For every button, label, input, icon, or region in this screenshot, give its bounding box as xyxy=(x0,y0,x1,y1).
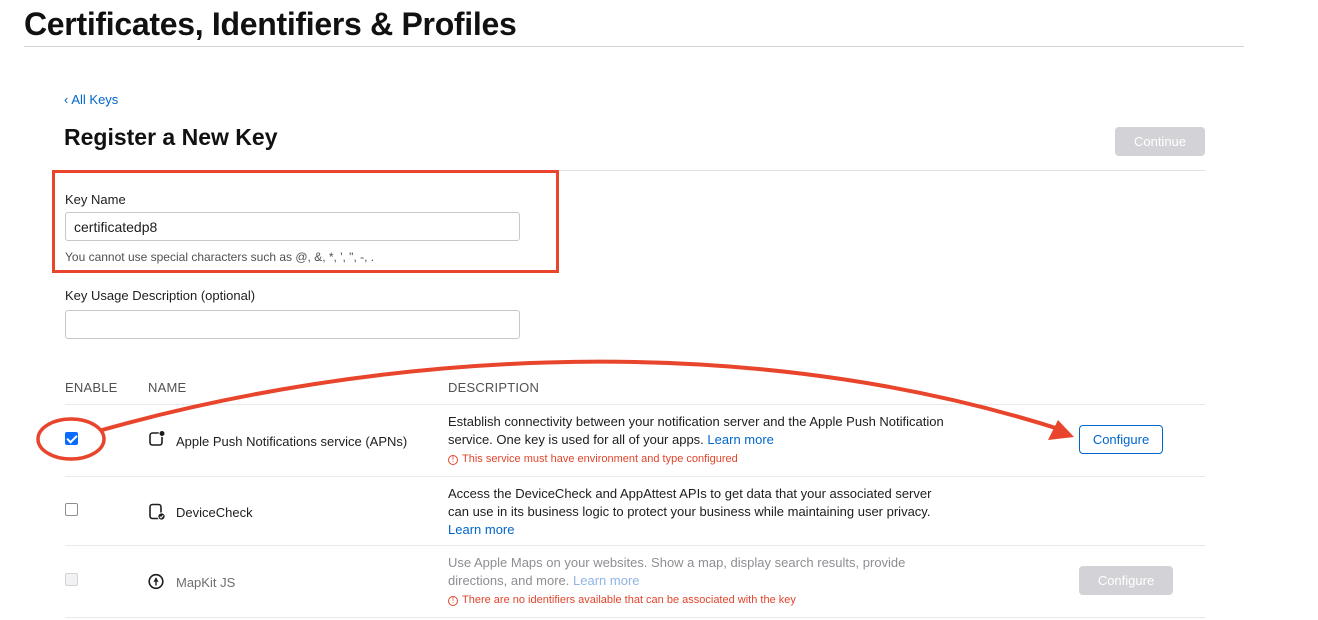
devicecheck-learn-more-link[interactable]: Learn more xyxy=(448,522,514,537)
apns-configure-button[interactable]: Configure xyxy=(1079,425,1163,454)
mapkit-configure-button: Configure xyxy=(1079,566,1173,595)
devicecheck-description-text: Access the DeviceCheck and AppAttest API… xyxy=(448,486,932,519)
device-check-icon xyxy=(149,503,166,521)
warning-icon: ! xyxy=(448,455,458,465)
apns-service-name: Apple Push Notifications service (APNs) xyxy=(176,434,408,449)
mapkit-icon xyxy=(148,573,164,590)
apns-description: Establish connectivity between your noti… xyxy=(448,413,948,449)
usage-description-input[interactable] xyxy=(65,310,520,339)
usage-description-label: Key Usage Description (optional) xyxy=(65,288,256,303)
column-header-name: NAME xyxy=(148,380,187,395)
title-divider xyxy=(24,46,1244,47)
column-header-enable: ENABLE xyxy=(65,380,118,395)
apns-learn-more-link[interactable]: Learn more xyxy=(707,432,773,447)
column-header-description: DESCRIPTION xyxy=(448,380,540,395)
mapkit-warning-text: There are no identifiers available that … xyxy=(462,594,796,606)
apns-enable-checkbox[interactable] xyxy=(65,432,78,445)
mapkit-learn-more-link[interactable]: Learn more xyxy=(573,573,639,588)
apns-warning: ! This service must have environment and … xyxy=(448,453,738,465)
mapkit-description-text: Use Apple Maps on your websites. Show a … xyxy=(448,555,906,588)
devicecheck-description: Access the DeviceCheck and AppAttest API… xyxy=(448,485,948,539)
continue-button[interactable]: Continue xyxy=(1115,127,1205,156)
page-title: Certificates, Identifiers & Profiles xyxy=(24,6,517,42)
chevron-left-icon: ‹ xyxy=(64,92,69,107)
warning-icon: ! xyxy=(448,596,458,606)
apns-description-text: Establish connectivity between your noti… xyxy=(448,414,944,447)
back-to-all-keys-link[interactable]: ‹ All Keys xyxy=(64,92,118,107)
row-divider xyxy=(65,545,1205,546)
mapkit-warning: ! There are no identifiers available that… xyxy=(448,594,796,606)
row-divider xyxy=(65,617,1205,618)
row-divider xyxy=(65,476,1205,477)
devicecheck-service-name: DeviceCheck xyxy=(176,505,253,520)
table-header-divider xyxy=(65,404,1205,405)
mapkit-service-name: MapKit JS xyxy=(176,575,236,590)
back-link-label: All Keys xyxy=(71,92,119,107)
push-notification-icon xyxy=(149,430,166,446)
mapkit-enable-checkbox xyxy=(65,573,78,586)
mapkit-description: Use Apple Maps on your websites. Show a … xyxy=(448,554,948,590)
section-title: Register a New Key xyxy=(64,124,278,150)
devicecheck-enable-checkbox[interactable] xyxy=(65,503,78,516)
annotation-arrowhead-icon xyxy=(1048,420,1074,440)
apns-warning-text: This service must have environment and t… xyxy=(462,453,738,465)
key-name-annotation-box xyxy=(52,170,559,273)
